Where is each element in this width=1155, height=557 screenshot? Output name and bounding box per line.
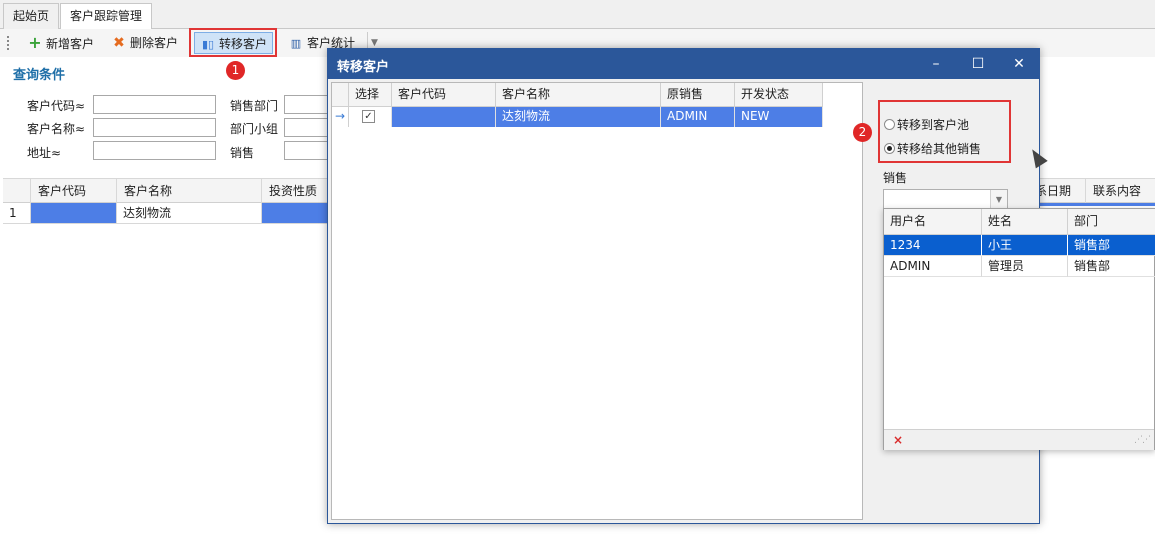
dialog-grid-corner	[332, 83, 349, 106]
sales-query-input[interactable]	[284, 141, 329, 160]
close-icon[interactable]: ✕	[999, 49, 1039, 79]
minimize-icon[interactable]: –	[916, 49, 956, 79]
col-contact-content[interactable]: 联系内容	[1086, 179, 1155, 203]
col-username[interactable]: 用户名	[884, 209, 982, 234]
cell-customer-name[interactable]: 达刻物流	[117, 203, 262, 224]
customer-name-label: 客户名称≈	[27, 122, 86, 136]
cell-dev-status[interactable]: NEW	[735, 107, 823, 127]
col-original-sales[interactable]: 原销售	[661, 83, 735, 106]
add-customer-button[interactable]: + 新增客户	[27, 32, 94, 54]
cell-username: 1234	[884, 235, 982, 256]
dialog-sales-label: 销售	[883, 171, 908, 185]
select-checkbox[interactable]: ✓	[362, 110, 375, 123]
customer-code-label: 客户代码≈	[27, 99, 86, 113]
col-department[interactable]: 部门	[1068, 209, 1155, 234]
annotation-badge-2: 2	[853, 123, 872, 142]
row-index: 1	[3, 203, 31, 224]
annotation-box-2	[878, 100, 1011, 163]
cell-investment-type[interactable]	[262, 203, 332, 224]
table-row[interactable]: → ✓ 达刻物流 ADMIN NEW	[332, 107, 823, 127]
tab-customer-tracking[interactable]: 客户跟踪管理	[60, 3, 153, 30]
cell-person-name: 管理员	[982, 256, 1068, 277]
tab-bar: 起始页 客户跟踪管理	[0, 0, 1155, 30]
cell-department: 销售部	[1068, 235, 1155, 256]
col-customer-code[interactable]: 客户代码	[31, 179, 117, 203]
popup-footer: × ⋰⋰	[884, 429, 1154, 450]
cell-department: 销售部	[1068, 256, 1155, 277]
address-input[interactable]	[93, 141, 216, 160]
list-item[interactable]: ADMIN 管理员 销售部	[884, 256, 1155, 277]
sales-dept-label: 销售部门	[230, 99, 279, 113]
dept-group-input[interactable]	[284, 118, 329, 137]
resize-grip-icon[interactable]: ⋰⋰	[1134, 435, 1151, 445]
tab-start-page[interactable]: 起始页	[3, 3, 60, 29]
dialog-customer-grid: 选择 客户代码 客户名称 原销售 开发状态 → ✓ 达刻物流 ADMIN NEW	[331, 82, 863, 520]
popup-header: 用户名 姓名 部门	[884, 209, 1155, 235]
cell-dialog-customer-name[interactable]: 达刻物流	[496, 107, 661, 127]
col-contact-date[interactable]: 系日期	[1033, 179, 1086, 203]
maximize-icon[interactable]: ☐	[958, 49, 998, 79]
address-label: 地址≈	[27, 146, 62, 160]
col-customer-name[interactable]: 客户名称	[117, 179, 262, 203]
select-cell[interactable]: ✓	[349, 107, 392, 127]
col-dialog-customer-name[interactable]: 客户名称	[496, 83, 661, 106]
col-select[interactable]: 选择	[349, 83, 392, 106]
main-grid-corner	[3, 179, 31, 203]
col-dev-status[interactable]: 开发状态	[735, 83, 823, 106]
add-customer-label: 新增客户	[46, 37, 95, 51]
sales-dropdown-popup: 用户名 姓名 部门 1234 小王 销售部 ADMIN 管理员 销售部 × ⋰⋰	[883, 208, 1155, 450]
annotation-box-1	[189, 28, 277, 57]
clear-icon[interactable]: ×	[893, 433, 903, 447]
col-investment-type[interactable]: 投资性质	[262, 179, 332, 203]
cell-customer-code[interactable]	[31, 203, 117, 224]
dept-group-label: 部门小组	[230, 122, 279, 136]
sales-query-label: 销售	[230, 146, 255, 160]
toolbar-grip[interactable]	[7, 36, 10, 50]
sales-dept-input[interactable]	[284, 95, 329, 114]
col-dialog-customer-code[interactable]: 客户代码	[392, 83, 496, 106]
list-item[interactable]: 1234 小王 销售部	[884, 235, 1155, 256]
cell-dialog-customer-code[interactable]	[392, 107, 496, 127]
cell-original-sales[interactable]: ADMIN	[661, 107, 735, 127]
table-row[interactable]: 1 达刻物流	[3, 203, 333, 224]
main-grid-selection-edge	[1033, 203, 1155, 206]
dialog-grid-header: 选择 客户代码 客户名称 原销售 开发状态	[332, 83, 823, 107]
dialog-title-bar[interactable]: 转移客户 – ☐ ✕	[328, 49, 1039, 79]
cell-username: ADMIN	[884, 256, 982, 277]
delete-customer-button[interactable]: ✖ 删除客户	[111, 32, 178, 54]
customer-name-input[interactable]	[93, 118, 216, 137]
delete-customer-label: 删除客户	[130, 36, 179, 50]
chart-icon: ▥	[290, 37, 302, 50]
customer-code-input[interactable]	[93, 95, 216, 114]
chevron-down-icon[interactable]: ▼	[990, 190, 1007, 209]
row-pointer-icon: →	[332, 107, 349, 127]
plus-icon: +	[28, 33, 42, 52]
query-title: 查询条件	[13, 68, 66, 83]
dialog-title: 转移客户	[337, 60, 390, 75]
cell-person-name: 小王	[982, 235, 1068, 256]
col-person-name[interactable]: 姓名	[982, 209, 1068, 234]
annotation-badge-1: 1	[226, 61, 245, 80]
sales-combobox[interactable]: ▼	[883, 189, 1008, 210]
delete-icon: ✖	[113, 35, 125, 51]
